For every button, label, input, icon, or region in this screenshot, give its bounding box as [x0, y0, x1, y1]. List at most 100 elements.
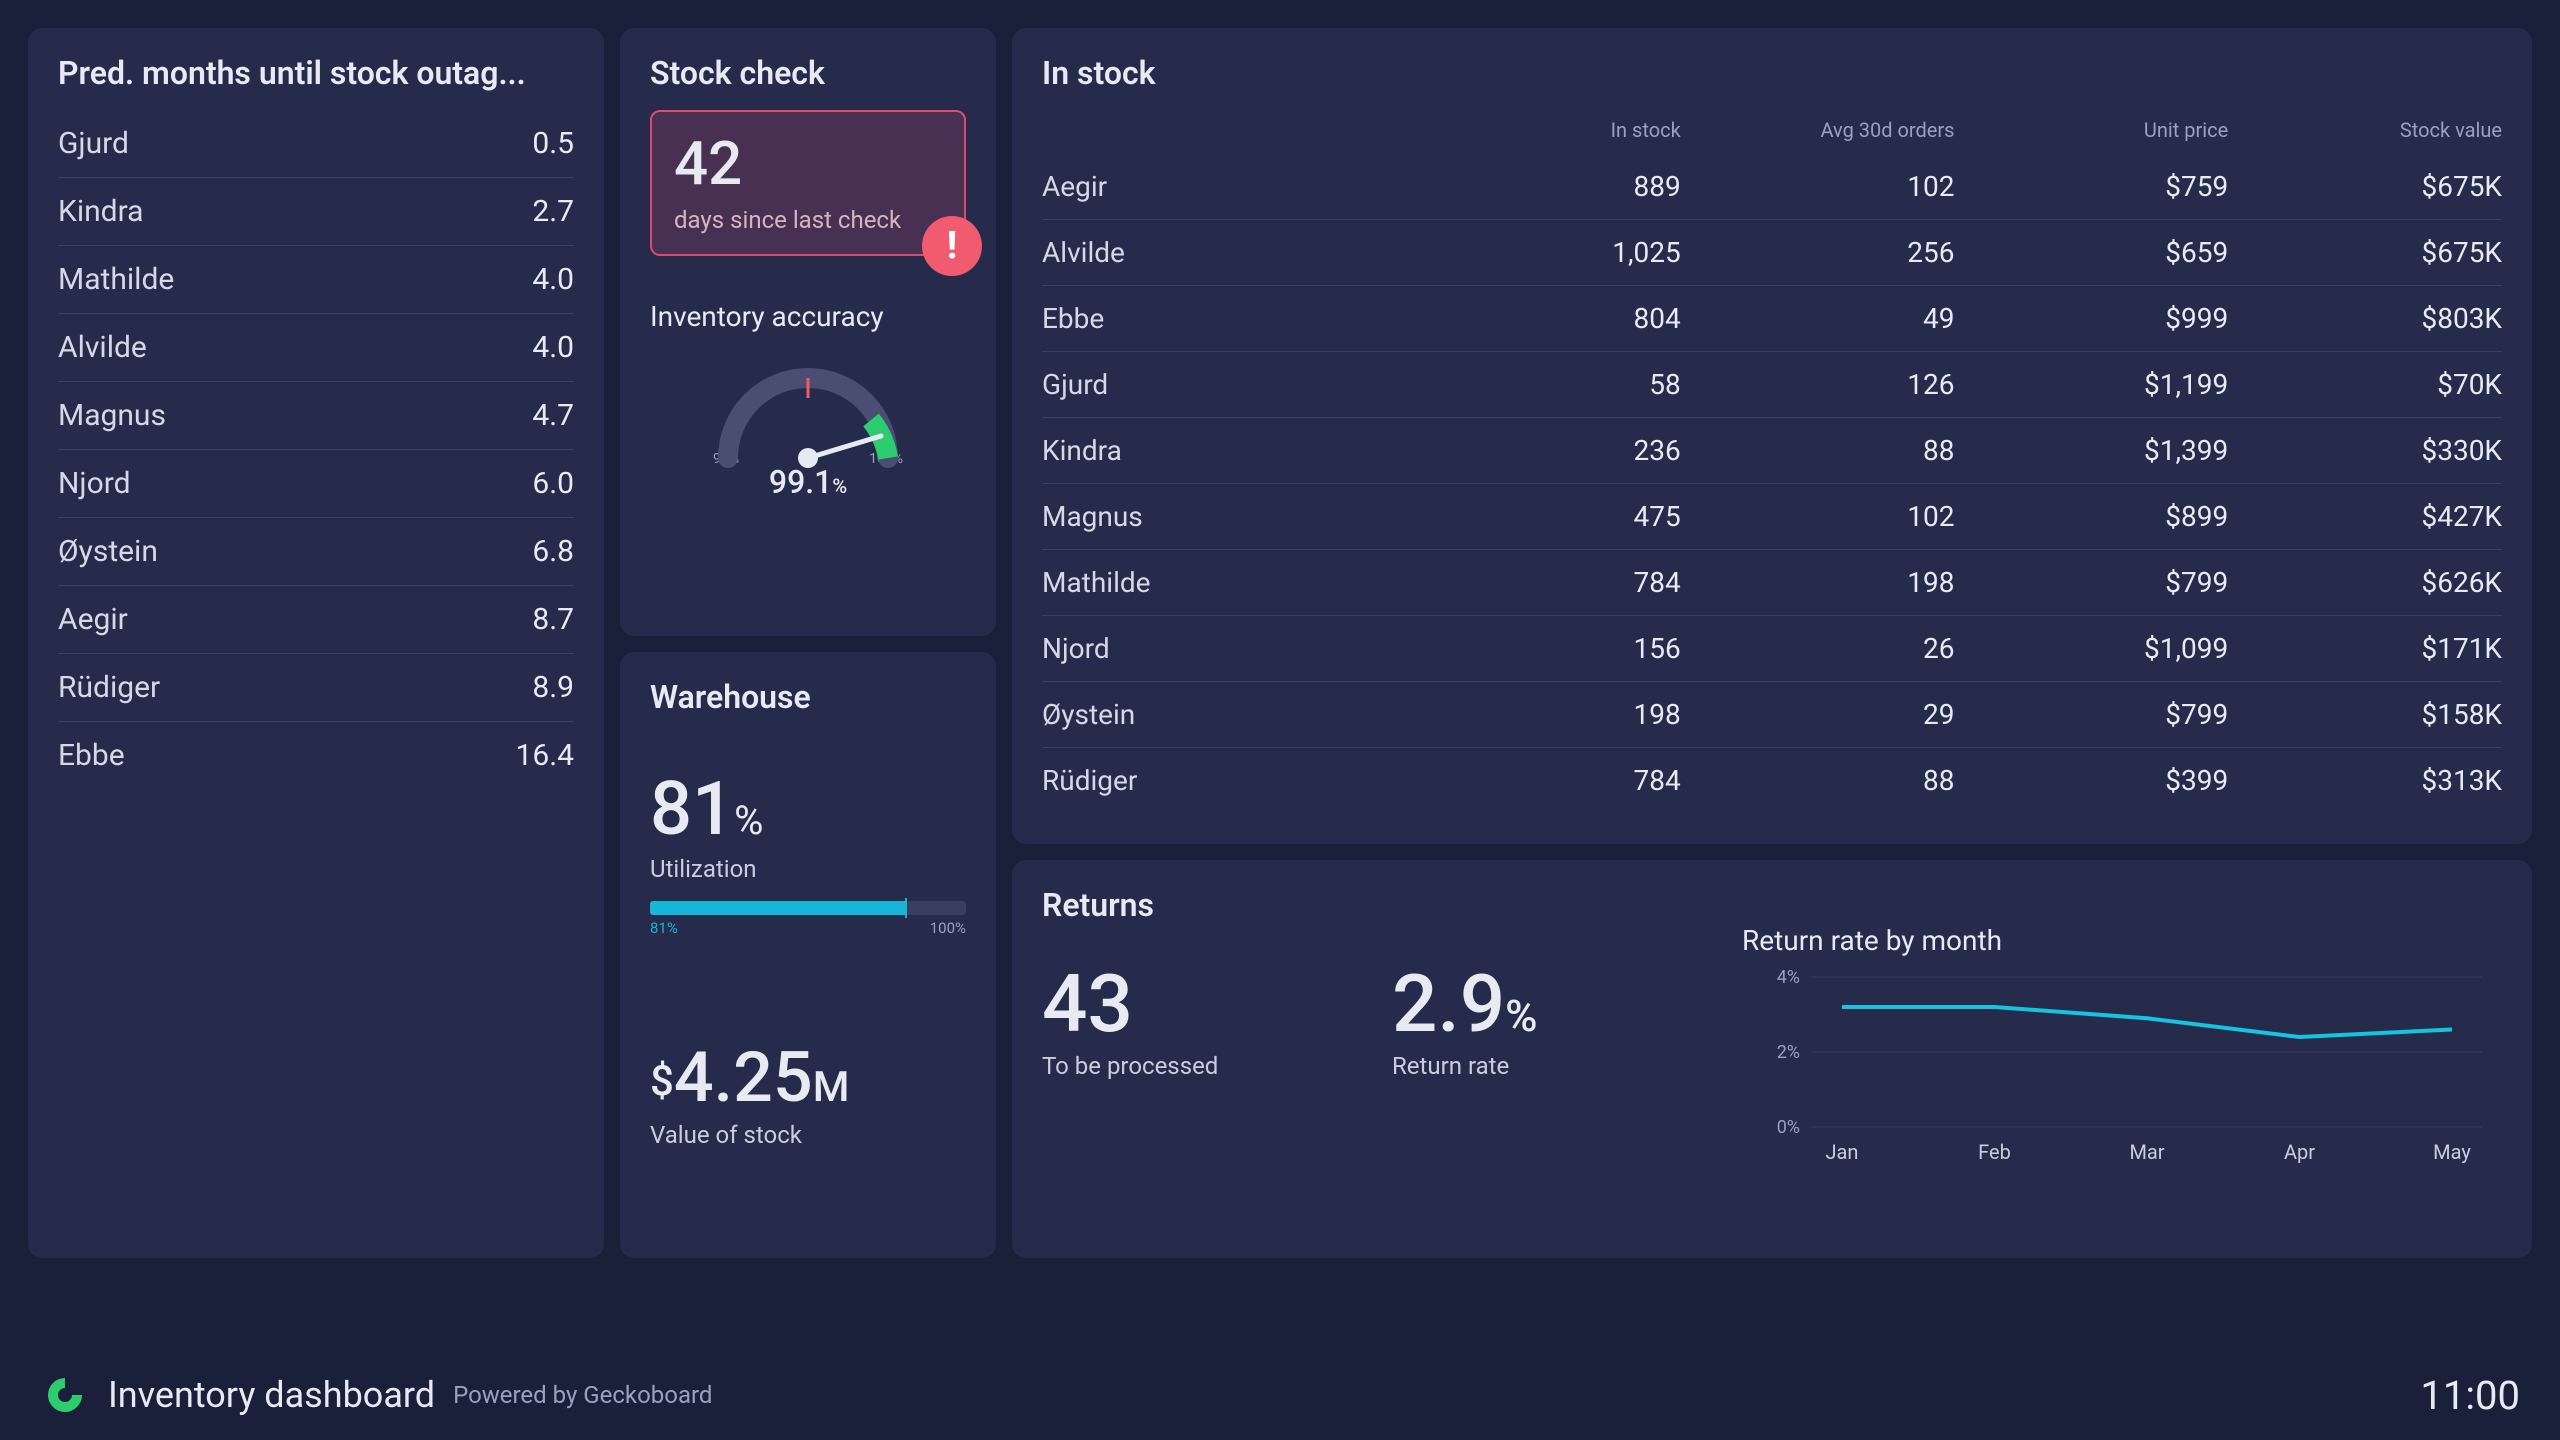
col-unitprice: Unit price [1955, 118, 2229, 142]
product-name: Ebbe [1042, 302, 1462, 335]
accuracy-title: Inventory accuracy [650, 300, 966, 333]
outage-name: Alvilde [58, 330, 147, 365]
cell-stock: 58 [1462, 368, 1681, 401]
cell-orders: 49 [1681, 302, 1955, 335]
cell-stock: 804 [1462, 302, 1681, 335]
col-stockvalue: Stock value [2228, 118, 2502, 142]
table-row: Mathilde 784 198 $799 $626K [1042, 550, 2502, 616]
accuracy-gauge [650, 343, 966, 483]
stockcheck-title: Stock check [650, 54, 966, 92]
cell-price: $1,399 [1955, 434, 2229, 467]
cell-value: $803K [2228, 302, 2502, 335]
instock-title: In stock [1042, 54, 2502, 92]
outage-value: 4.0 [532, 262, 574, 297]
cell-price: $759 [1955, 170, 2229, 203]
days-since-check-label: days since last check [674, 206, 942, 234]
returns-title: Returns [1042, 886, 2502, 924]
outage-name: Gjurd [58, 126, 129, 161]
outage-row: Kindra 2.7 [58, 178, 574, 246]
utilization-value: 81% [650, 766, 966, 853]
outage-row: Njord 6.0 [58, 450, 574, 518]
cell-orders: 29 [1681, 698, 1955, 731]
outage-value: 2.7 [532, 194, 574, 229]
cell-value: $330K [2228, 434, 2502, 467]
stockcheck-alert: 42 days since last check ! [650, 110, 966, 256]
product-name: Alvilde [1042, 236, 1462, 269]
outage-list: Gjurd0.5Kindra2.7Mathilde4.0Alvilde4.0Ma… [58, 110, 574, 1232]
cell-value: $626K [2228, 566, 2502, 599]
svg-text:2%: 2% [1777, 1042, 1800, 1063]
warehouse-title: Warehouse [650, 678, 966, 716]
clock: 11:00 [2420, 1372, 2520, 1419]
stock-value-label: Value of stock [650, 1121, 966, 1149]
table-row: Magnus 475 102 $899 $427K [1042, 484, 2502, 550]
returns-card: Returns 43 To be processed 2.9% Return r… [1012, 860, 2532, 1258]
svg-text:Feb: Feb [1978, 1140, 2011, 1164]
outage-name: Rüdiger [58, 670, 160, 705]
product-name: Gjurd [1042, 368, 1462, 401]
outage-value: 4.0 [532, 330, 574, 365]
svg-text:0%: 0% [1777, 1117, 1800, 1138]
outage-row: Øystein6.8 [58, 518, 574, 586]
dashboard-title: Inventory dashboard [108, 1374, 435, 1416]
cell-stock: 784 [1462, 764, 1681, 797]
outage-row: Mathilde 4.0 [58, 246, 574, 314]
warehouse-card: Warehouse 81% Utilization 81% 100% $4.25… [620, 652, 996, 1258]
outage-row: Magnus4.7 [58, 382, 574, 450]
cell-price: $799 [1955, 698, 2229, 731]
stock-value: $4.25M [650, 1037, 966, 1119]
cell-orders: 256 [1681, 236, 1955, 269]
cell-price: $1,099 [1955, 632, 2229, 665]
outage-name: Mathilde [58, 262, 174, 297]
table-row: Njord 156 26 $1,099 $171K [1042, 616, 2502, 682]
product-name: Aegir [1042, 170, 1462, 203]
cell-value: $70K [2228, 368, 2502, 401]
return-rate-label: Return rate [1392, 1052, 1722, 1080]
outage-row: Rüdiger8.9 [58, 654, 574, 722]
geckoboard-logo-icon [40, 1370, 90, 1420]
outage-name: Magnus [58, 398, 166, 433]
outage-title: Pred. months until stock outag... [58, 54, 574, 92]
svg-text:May: May [2433, 1140, 2471, 1164]
svg-text:Apr: Apr [2284, 1140, 2315, 1164]
chart-title: Return rate by month [1742, 924, 2502, 957]
table-row: Kindra 236 88 $1,399 $330K [1042, 418, 2502, 484]
footer: Inventory dashboard Powered by Geckoboar… [0, 1350, 2560, 1440]
bar-left-label: 81% [650, 919, 678, 937]
cell-price: $659 [1955, 236, 2229, 269]
outage-name: Njord [58, 466, 131, 501]
outage-value: 6.0 [532, 466, 574, 501]
return-rate-value: 2.9% [1392, 964, 1722, 1044]
outage-value: 0.5 [532, 126, 574, 161]
days-since-check: 42 [674, 134, 942, 194]
cell-stock: 198 [1462, 698, 1681, 731]
instock-card: In stock In stock Avg 30d orders Unit pr… [1012, 28, 2532, 844]
svg-text:Jan: Jan [1826, 1140, 1859, 1164]
cell-orders: 88 [1681, 434, 1955, 467]
outage-name: Kindra [58, 194, 144, 229]
product-name: Kindra [1042, 434, 1462, 467]
product-name: Mathilde [1042, 566, 1462, 599]
cell-stock: 475 [1462, 500, 1681, 533]
cell-stock: 1,025 [1462, 236, 1681, 269]
cell-orders: 88 [1681, 764, 1955, 797]
product-name: Rüdiger [1042, 764, 1462, 797]
cell-price: $899 [1955, 500, 2229, 533]
cell-stock: 784 [1462, 566, 1681, 599]
utilization-bar [650, 901, 966, 915]
product-name: Njord [1042, 632, 1462, 665]
outage-row: Aegir8.7 [58, 586, 574, 654]
table-row: Øystein 198 29 $799 $158K [1042, 682, 2502, 748]
outage-row: Ebbe16.4 [58, 722, 574, 789]
cell-orders: 126 [1681, 368, 1955, 401]
outage-row: Gjurd 0.5 [58, 110, 574, 178]
product-name: Magnus [1042, 500, 1462, 533]
table-row: Gjurd 58 126 $1,199 $70K [1042, 352, 2502, 418]
cell-value: $427K [2228, 500, 2502, 533]
cell-value: $171K [2228, 632, 2502, 665]
cell-orders: 198 [1681, 566, 1955, 599]
table-row: Ebbe 804 49 $999 $803K [1042, 286, 2502, 352]
returns-to-process: 43 To be processed [1042, 964, 1372, 1171]
outage-value: 16.4 [516, 738, 575, 773]
cell-orders: 102 [1681, 170, 1955, 203]
